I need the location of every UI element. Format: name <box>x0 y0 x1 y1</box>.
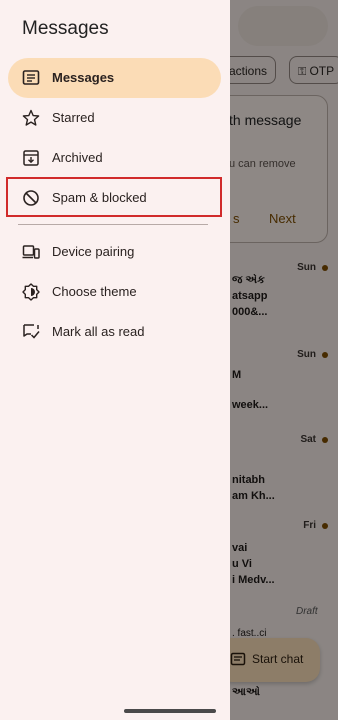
star-icon <box>22 109 40 126</box>
drawer-item-starred[interactable]: Starred <box>8 98 221 138</box>
drawer-item-mark-all-read[interactable]: Mark all as read <box>8 312 221 352</box>
drawer-item-device-pairing[interactable]: Device pairing <box>8 232 221 272</box>
theme-icon <box>22 283 40 301</box>
drawer-title: Messages <box>22 18 109 39</box>
drawer-item-archived[interactable]: Archived <box>8 138 221 178</box>
mark-read-icon <box>23 324 40 339</box>
archive-icon <box>23 150 39 166</box>
drawer-divider <box>18 224 208 225</box>
devices-icon <box>22 245 40 259</box>
drawer-item-choose-theme[interactable]: Choose theme <box>8 272 221 312</box>
highlight-box <box>6 177 222 217</box>
navigation-drawer: Messages Messages Starred Archived Spam … <box>0 0 230 720</box>
gesture-nav-bar[interactable] <box>124 709 216 713</box>
messages-icon <box>22 70 40 85</box>
drawer-item-messages[interactable]: Messages <box>8 58 221 98</box>
